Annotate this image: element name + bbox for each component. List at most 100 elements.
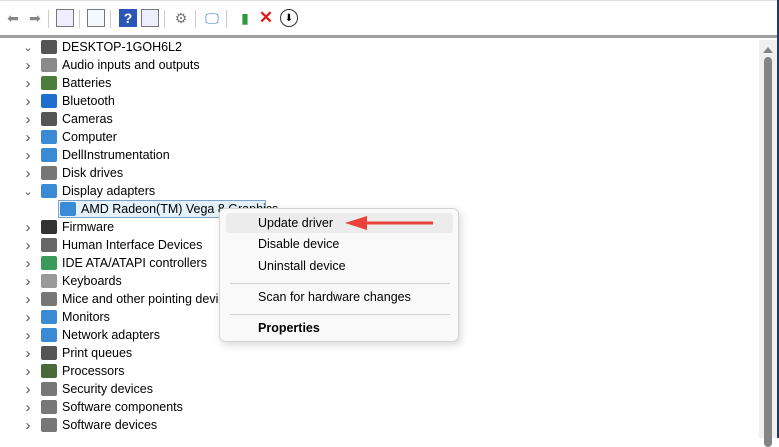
chevron-right-icon[interactable]: › <box>23 93 33 110</box>
help-icon[interactable]: ? <box>119 9 137 27</box>
device-icon <box>41 58 57 72</box>
tree-category[interactable]: › Security devices <box>0 380 740 398</box>
device-icon <box>60 202 76 216</box>
tree-item-label: Disk drives <box>62 166 124 180</box>
tree-item-label: Cameras <box>62 112 113 126</box>
vertical-scrollbar[interactable] <box>759 40 777 447</box>
chevron-right-icon[interactable]: › <box>23 255 33 272</box>
tree-item-label: Monitors <box>62 310 110 324</box>
chevron-right-icon[interactable]: › <box>23 219 33 236</box>
chevron-right-icon[interactable]: › <box>23 327 33 344</box>
device-icon <box>41 346 57 360</box>
device-icon <box>41 220 57 234</box>
device-icon <box>41 328 57 342</box>
tree-item-label: Audio inputs and outputs <box>62 58 200 72</box>
device-icon <box>41 418 57 432</box>
toolbar: ⬅ ➡ ? ⚙ 🖵 ▮ ✕ ⬇ <box>0 0 779 38</box>
tree-category[interactable]: › Processors <box>0 362 740 380</box>
chevron-right-icon[interactable]: › <box>23 237 33 254</box>
device-icon <box>41 310 57 324</box>
tree-category[interactable]: › Print queues <box>0 344 740 362</box>
back-icon[interactable]: ⬅ <box>4 9 22 27</box>
tree-root-computer[interactable]: ⌄ DESKTOP-1GOH6L2 <box>0 38 740 56</box>
device-icon <box>41 364 57 378</box>
chevron-right-icon[interactable]: › <box>23 111 33 128</box>
separator <box>164 10 165 28</box>
device-icon <box>41 112 57 126</box>
forward-icon[interactable]: ➡ <box>26 9 44 27</box>
chevron-right-icon[interactable]: › <box>23 129 33 146</box>
separator <box>79 10 80 28</box>
tree-item-label: Computer <box>62 130 117 144</box>
properties-icon[interactable] <box>87 9 105 27</box>
chevron-right-icon[interactable]: › <box>23 75 33 92</box>
tree-category[interactable]: › Software devices <box>0 416 740 434</box>
device-icon <box>41 238 57 252</box>
tree-item-label: Bluetooth <box>62 94 115 108</box>
tree-category[interactable]: › Software components <box>0 398 740 416</box>
chevron-right-icon[interactable]: › <box>23 309 33 326</box>
separator <box>110 10 111 28</box>
tree-category[interactable]: › Cameras <box>0 110 740 128</box>
console-tree-icon[interactable] <box>56 9 74 27</box>
tree-category[interactable]: › Audio inputs and outputs <box>0 56 740 74</box>
menu-item-scan-hardware[interactable]: Scan for hardware changes <box>226 287 453 307</box>
device-icon <box>41 274 57 288</box>
tree-item-label: Display adapters <box>62 184 156 198</box>
action-pane-icon[interactable] <box>141 9 159 27</box>
tree-item-label: Print queues <box>62 346 133 360</box>
red-arrow-annotation <box>345 216 433 230</box>
chevron-right-icon[interactable]: › <box>23 363 33 380</box>
chevron-right-icon[interactable]: › <box>23 381 33 398</box>
menu-item-properties[interactable]: Properties <box>226 318 453 338</box>
tree-item-label: Network adapters <box>62 328 160 342</box>
chevron-right-icon[interactable]: › <box>23 399 33 416</box>
device-icon <box>41 292 57 306</box>
tree-item-label: Security devices <box>62 382 154 396</box>
tree-category[interactable]: › DellInstrumentation <box>0 146 740 164</box>
chevron-right-icon[interactable]: › <box>23 417 33 434</box>
tree-item-label: Mice and other pointing devices <box>62 292 238 306</box>
chevron-right-icon[interactable]: › <box>23 165 33 182</box>
tree-item-label: Processors <box>62 364 125 378</box>
tree-item-label: Keyboards <box>62 274 122 288</box>
chevron-right-icon[interactable]: › <box>23 57 33 74</box>
disable-device-icon[interactable]: ⬇ <box>280 9 298 27</box>
device-icon <box>41 184 57 198</box>
separator <box>195 10 196 28</box>
chevron-right-icon[interactable]: › <box>23 273 33 290</box>
tree-item-label: DESKTOP-1GOH6L2 <box>62 40 182 54</box>
tree-item-label: DellInstrumentation <box>62 148 170 162</box>
chevron-down-icon[interactable]: ⌄ <box>23 41 33 54</box>
tree-category[interactable]: › Computer <box>0 128 740 146</box>
menu-item-disable-device[interactable]: Disable device <box>226 234 453 254</box>
scroll-up-icon[interactable] <box>763 47 773 53</box>
menu-item-uninstall-device[interactable]: Uninstall device <box>226 256 453 276</box>
device-icon <box>41 76 57 90</box>
update-driver-icon[interactable]: ⚙ <box>172 9 190 27</box>
chevron-right-icon[interactable]: › <box>23 147 33 164</box>
chevron-right-icon[interactable]: › <box>23 345 33 362</box>
tree-category[interactable]: › Disk drives <box>0 164 740 182</box>
chevron-down-icon[interactable]: ⌄ <box>23 185 33 198</box>
scan-hardware-icon[interactable]: 🖵 <box>203 9 221 27</box>
device-icon <box>41 382 57 396</box>
tree-category[interactable]: ⌄ Display adapters <box>0 182 740 200</box>
tree-category[interactable]: › Batteries <box>0 74 740 92</box>
tree-item-label: Human Interface Devices <box>62 238 203 252</box>
tree-category[interactable]: › Bluetooth <box>0 92 740 110</box>
device-icon <box>41 148 57 162</box>
device-icon <box>41 256 57 270</box>
device-icon <box>41 94 57 108</box>
enable-device-icon[interactable]: ▮ <box>236 9 254 27</box>
device-icon <box>41 166 57 180</box>
device-icon <box>41 400 57 414</box>
scrollbar-thumb[interactable] <box>764 57 772 447</box>
chevron-right-icon[interactable]: › <box>23 291 33 308</box>
device-icon <box>41 130 57 144</box>
separator <box>226 10 227 28</box>
tree-item-label: Software components <box>62 400 183 414</box>
menu-separator <box>230 314 450 315</box>
tree-item-label: Software devices <box>62 418 158 432</box>
uninstall-icon[interactable]: ✕ <box>257 8 275 27</box>
